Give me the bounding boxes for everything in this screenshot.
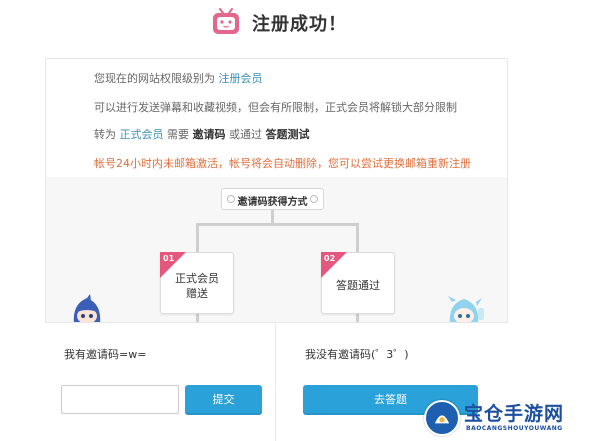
upgrade-prefix: 转为 [94,128,116,141]
page-title: 注册成功！ [252,14,347,35]
invite-code-text: 邀请码 [192,128,226,141]
tv-mascot-icon [213,8,239,34]
permission-info: 您现在的网站权限级别为 注册会员 可以进行发送弹幕和收藏视频，但会有所限制，正式… [46,59,507,177]
method-option-quiz: 02 答题通过 [321,252,395,314]
option-label-line: 答题通过 [336,279,380,292]
tree-connector [356,223,359,253]
tree-connector [196,223,199,253]
upgrade-need-text: 需要 [167,128,189,141]
option-label-line: 正式会员 [175,272,219,285]
quiz-test-text: 答题测试 [265,128,310,141]
no-code-label: 我没有邀请码(゜3゜) [305,348,409,361]
option-label: 正式会员 赠送 [161,271,233,301]
left-mascot-icon [73,294,101,324]
panel-divider [275,323,276,441]
upgrade-or-text: 或通过 [229,128,262,141]
permission-level-line: 您现在的网站权限级别为 注册会员 [94,70,263,86]
official-member-link[interactable]: 正式会员 [120,128,164,141]
option-number: 01 [163,254,175,263]
have-code-label: 我有邀请码=w= [64,348,147,361]
header: 注册成功！ [0,0,600,58]
tree-connector [271,210,274,224]
method-option-member-gift: 01 正式会员 赠送 [160,252,234,314]
permission-level-value: 注册会员 [218,72,263,85]
option-label-line: 赠送 [186,287,208,300]
permission-description: 可以进行发送弹幕和收藏视频，但会有所限制，正式会员将解锁大部分限制 [94,101,457,114]
invite-methods-title: 邀请码获得方式 [237,197,308,208]
permission-level-prefix: 您现在的网站权限级别为 [94,72,215,85]
watermark-subtitle: BAOCANGSHOUYOUWANG [466,425,563,432]
right-mascot-icon [448,296,484,324]
watermark-brand: 宝仓手游网 [464,403,565,425]
upgrade-requirement-line: 转为 正式会员 需要 邀请码 或通过 答题测试 [94,126,310,142]
activation-warning: 帐号24小时内未邮箱激活，帐号将会自动删除，您可以尝试更换邮箱重新注册 [94,157,471,170]
submit-button[interactable]: 提交 [185,385,262,415]
watermark-logo-icon [424,400,460,436]
tree-connector [196,223,359,226]
invite-code-input[interactable] [61,385,179,414]
invite-methods-title-box: 邀请码获得方式 [221,188,324,210]
option-label: 答题通过 [322,278,394,293]
option-number: 02 [324,254,336,263]
registration-success-page: 注册成功！ 您现在的网站权限级别为 注册会员 可以进行发送弹幕和收藏视频，但会有… [0,0,600,441]
watermark: 宝仓手游网 BAOCANGSHOUYOUWANG [420,398,600,441]
